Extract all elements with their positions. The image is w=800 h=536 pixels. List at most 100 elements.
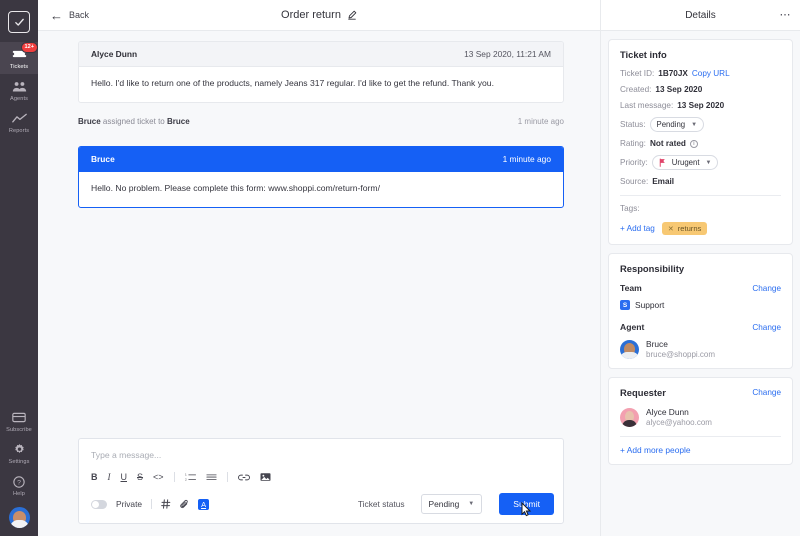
svg-text:2: 2: [185, 477, 187, 481]
ordered-list-icon[interactable]: 12: [185, 472, 196, 482]
bullet-list-icon[interactable]: [205, 472, 217, 482]
divider: [620, 436, 781, 437]
avatar[interactable]: [8, 507, 30, 528]
add-more-people-button[interactable]: + Add more people: [620, 445, 781, 455]
responsibility-card: Responsibility Team Change S Support Age…: [608, 253, 793, 369]
info-icon[interactable]: i: [689, 139, 698, 148]
back-button[interactable]: ← Back: [50, 9, 89, 22]
status-label: Status:: [620, 120, 646, 129]
change-requester-button[interactable]: Change: [752, 388, 781, 397]
ticket-status-select[interactable]: Pending ▼: [420, 494, 483, 514]
source-value: Email: [652, 177, 675, 186]
ticket-status-value: Pending: [428, 499, 460, 509]
source-label: Source:: [620, 177, 649, 186]
paperclip-icon[interactable]: [180, 499, 189, 510]
team-header: Team Change: [620, 283, 781, 293]
chevron-down-icon: ▼: [691, 121, 698, 128]
rating-label: Rating:: [620, 139, 646, 148]
assignment-event: Bruce assigned ticket to Bruce 1 minute …: [78, 117, 564, 126]
priority-label: Priority:: [620, 158, 648, 167]
ticket-info-card: Ticket info Ticket ID: 1B70JX Copy URL C…: [608, 39, 793, 245]
message-timestamp: 1 minute ago: [502, 154, 551, 164]
assignment-actor: Bruce: [78, 117, 101, 126]
last-message-value: 13 Sep 2020: [677, 101, 725, 110]
private-toggle[interactable]: [91, 499, 107, 509]
close-icon[interactable]: ✕: [668, 225, 674, 233]
sidebar-item-agents[interactable]: Agents: [0, 74, 38, 106]
created-label: Created:: [620, 85, 652, 94]
sidebar-item-reports[interactable]: Reports: [0, 106, 38, 138]
team-badge-icon: S: [620, 300, 630, 310]
sidebar-item-tickets[interactable]: 12+ Tickets: [0, 42, 38, 74]
status-badge[interactable]: Pending ▼: [649, 117, 705, 132]
last-message-row: Last message: 13 Sep 2020: [620, 101, 781, 110]
sidebar-item-settings-label: Settings: [8, 459, 30, 465]
message-author: Alyce Dunn: [91, 49, 138, 59]
priority-value: Urugent: [671, 158, 700, 167]
chevron-down-icon: ▼: [468, 501, 475, 507]
submit-button[interactable]: Submit: [499, 493, 554, 517]
toolbar-divider: [173, 472, 175, 482]
left-sidebar: 12+ Tickets Agents Reports Subscribe Set…: [0, 0, 38, 536]
sidebar-item-help[interactable]: ? Help: [0, 469, 38, 501]
message-thread: Alyce Dunn 13 Sep 2020, 11:21 AM Hello. …: [38, 31, 600, 438]
requester-header: Requester Change: [620, 387, 781, 398]
message-input[interactable]: Type a message...: [79, 439, 563, 468]
formatting-toolbar: B I U S <> 12: [79, 468, 563, 488]
assignment-event-time: 1 minute ago: [517, 117, 564, 126]
requester-card: Requester Change Alyce Dunn alyce@yahoo.…: [608, 377, 793, 465]
hashtag-icon[interactable]: [161, 499, 171, 509]
rating-value: Not rated: [649, 139, 686, 148]
image-icon[interactable]: [260, 472, 271, 482]
status-value: Pending: [656, 120, 686, 129]
checkbox-logo-icon[interactable]: [8, 11, 30, 33]
pencil-icon[interactable]: [347, 10, 357, 20]
sidebar-item-settings[interactable]: Settings: [0, 437, 38, 469]
team-row: S Support: [620, 300, 781, 310]
agent-avatar: [620, 339, 639, 359]
requester-email: alyce@yahoo.com: [646, 418, 712, 427]
svg-text:?: ?: [17, 479, 21, 486]
message-header: Bruce 1 minute ago: [79, 147, 563, 172]
bold-icon[interactable]: B: [91, 472, 98, 482]
requester-row: Alyce Dunn alyce@yahoo.com: [620, 407, 781, 427]
message-composer: Type a message... B I U S <> 12 Private …: [78, 438, 564, 524]
created-value: 13 Sep 2020: [655, 85, 703, 94]
ticket-id-value: 1B70JX: [658, 69, 688, 78]
code-icon[interactable]: <>: [153, 472, 164, 482]
more-options-icon[interactable]: ⋯: [780, 9, 792, 21]
tag-chip[interactable]: ✕ returns: [661, 222, 708, 235]
tag-label: returns: [677, 224, 702, 233]
priority-badge[interactable]: Urugent ▼: [651, 155, 719, 170]
card-icon: [12, 410, 26, 425]
ticket-id-row: Ticket ID: 1B70JX Copy URL: [620, 69, 781, 78]
tags-label: Tags:: [620, 204, 640, 213]
agent-email: bruce@shoppi.com: [646, 350, 716, 359]
app-root: 12+ Tickets Agents Reports Subscribe Set…: [0, 0, 800, 536]
change-agent-button[interactable]: Change: [752, 323, 781, 332]
underline-icon[interactable]: U: [121, 472, 128, 482]
sidebar-item-tickets-label: Tickets: [9, 64, 29, 70]
rating-row: Rating: Not rated i: [620, 139, 781, 148]
strikethrough-icon[interactable]: S: [137, 472, 143, 482]
details-body: Ticket info Ticket ID: 1B70JX Copy URL C…: [601, 31, 800, 481]
priority-row: Priority: Urugent ▼: [620, 155, 781, 170]
divider: [620, 195, 781, 196]
text-color-icon[interactable]: A: [198, 498, 210, 510]
agent-name: Bruce: [646, 339, 668, 349]
add-tag-button[interactable]: + Add tag: [620, 224, 655, 233]
sidebar-item-subscribe[interactable]: Subscribe: [0, 405, 38, 437]
details-panel: Details ⋯ Ticket info Ticket ID: 1B70JX …: [600, 0, 800, 536]
italic-icon[interactable]: I: [108, 472, 111, 482]
details-title: Details: [685, 9, 716, 21]
sidebar-item-reports-label: Reports: [8, 128, 30, 134]
ticket-id-label: Ticket ID:: [620, 69, 655, 78]
change-team-button[interactable]: Change: [752, 284, 781, 293]
assignment-verb: assigned ticket to: [102, 117, 165, 126]
reports-chart-icon: [11, 111, 27, 126]
details-header: Details ⋯: [601, 0, 800, 31]
link-icon[interactable]: [237, 473, 250, 482]
copy-url-link[interactable]: Copy URL: [692, 69, 730, 78]
team-name: Support: [635, 300, 665, 310]
svg-text:1: 1: [185, 473, 187, 477]
